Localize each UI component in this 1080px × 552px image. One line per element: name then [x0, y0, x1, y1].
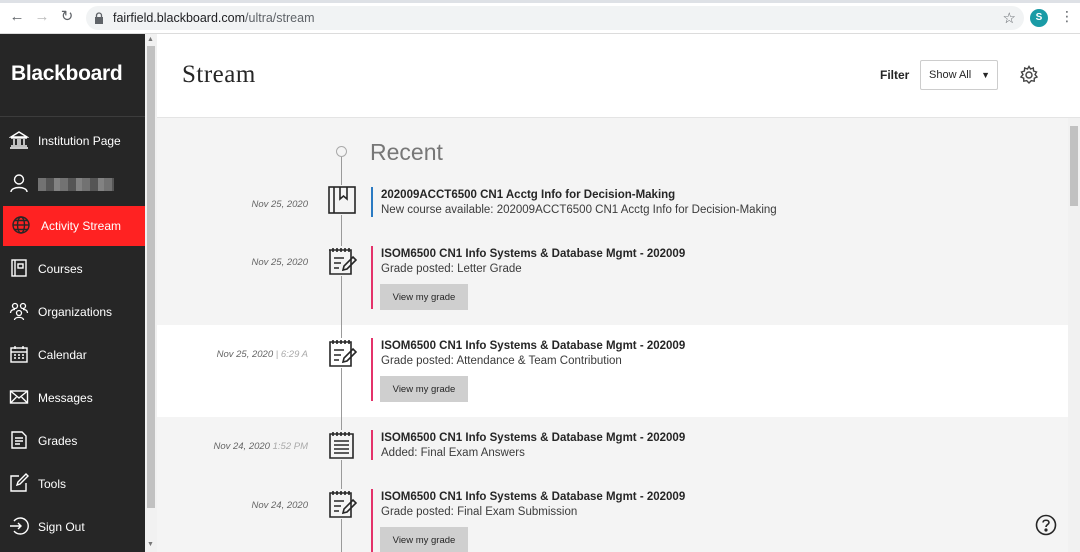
back-icon[interactable]: ←: [9, 9, 25, 25]
row-highlight: [157, 325, 1068, 417]
sidebar-item-courses[interactable]: Courses: [0, 249, 145, 289]
item-subtitle: New course available: 202009ACCT6500 CN1…: [381, 204, 777, 216]
item-date: Nov 24, 2020: [251, 500, 308, 511]
item-title[interactable]: ISOM6500 CN1 Info Systems & Database Mgm…: [381, 491, 685, 503]
envelope-icon: [9, 390, 29, 404]
item-accent-bar: [371, 489, 373, 552]
filter-select[interactable]: Show All ▼: [920, 60, 998, 90]
sidebar-item-label: Sign Out: [38, 520, 85, 534]
globe-icon: [12, 216, 30, 234]
address-bar[interactable]: fairfield.blackboard.com/ultra/stream ☆: [86, 6, 1024, 30]
help-icon[interactable]: [1035, 514, 1057, 536]
item-subtitle: Added: Final Exam Answers: [381, 447, 525, 459]
item-title[interactable]: 202009ACCT6500 CN1 Acctg Info for Decisi…: [381, 189, 675, 201]
page-header: Stream Filter Show All ▼: [157, 34, 1080, 118]
sidebar-item-label: Tools: [38, 477, 67, 491]
view-my-grade-button[interactable]: View my grade: [380, 284, 468, 310]
main-content: Stream Filter Show All ▼ Recent Nov 25, …: [157, 34, 1080, 552]
profile-avatar[interactable]: S: [1030, 9, 1048, 27]
sidebar-item-label: Institution Page: [38, 134, 121, 148]
gear-icon[interactable]: [1019, 65, 1039, 85]
item-date: Nov 25, 2020 | 6:29 A: [216, 349, 308, 360]
sidebar-item-tools[interactable]: Tools: [0, 464, 145, 504]
item-accent-bar: [371, 430, 373, 460]
user-icon: [10, 174, 28, 193]
browser-menu-icon[interactable]: ⋮: [1060, 8, 1074, 25]
view-my-grade-button[interactable]: View my grade: [380, 376, 468, 402]
item-accent-bar: [371, 338, 373, 401]
section-heading-recent: Recent: [370, 139, 443, 165]
courses-icon: [11, 259, 27, 277]
sidebar-item-institution-page[interactable]: Institution Page: [0, 121, 145, 161]
grade-icon: [327, 338, 357, 368]
filter-label: Filter: [880, 68, 910, 82]
tab-strip: [0, 0, 1080, 3]
sidebar-item-grades[interactable]: Grades: [0, 421, 145, 461]
filter-value: Show All: [929, 69, 972, 81]
calendar-icon: [10, 346, 28, 363]
reload-icon[interactable]: ↻: [59, 9, 75, 25]
sidebar-item-sign-out[interactable]: Sign Out: [0, 507, 145, 547]
forward-icon[interactable]: →: [34, 9, 50, 25]
lock-icon: [95, 12, 103, 24]
sidebar-item-organizations[interactable]: Organizations: [0, 292, 145, 332]
redacted-username: [38, 178, 114, 191]
item-title[interactable]: ISOM6500 CN1 Info Systems & Database Mgm…: [381, 432, 685, 444]
divider: [0, 116, 145, 117]
main-scrollbar[interactable]: [1068, 118, 1080, 552]
item-date: Nov 25, 2020: [251, 257, 308, 268]
blackboard-logo[interactable]: Blackboard: [11, 62, 123, 86]
scrollbar-thumb[interactable]: [147, 46, 155, 508]
organizations-icon: [9, 302, 29, 321]
item-date: Nov 24, 2020 1:52 PM: [213, 441, 308, 452]
sidebar-item-label: Courses: [38, 262, 83, 276]
sidebar-item-label: Calendar: [38, 348, 87, 362]
item-subtitle: Grade posted: Letter Grade: [381, 263, 522, 275]
item-title[interactable]: ISOM6500 CN1 Info Systems & Database Mgm…: [381, 340, 685, 352]
item-accent-bar: [371, 187, 373, 217]
item-subtitle: Grade posted: Final Exam Submission: [381, 506, 578, 518]
url-text: fairfield.blackboard.com/ultra/stream: [113, 11, 315, 25]
item-title[interactable]: ISOM6500 CN1 Info Systems & Database Mgm…: [381, 248, 685, 260]
caret-down-icon: ▼: [981, 70, 990, 80]
sidebar-item-activity-stream[interactable]: Activity Stream: [3, 206, 145, 246]
sidebar-item-label: Organizations: [38, 305, 113, 319]
grade-icon: [327, 246, 357, 276]
sign-out-icon: [10, 517, 29, 535]
item-accent-bar: [371, 246, 373, 309]
sidebar-item-label: Messages: [38, 391, 93, 405]
browser-toolbar: ← → ↻ fairfield.blackboard.com/ultra/str…: [0, 0, 1080, 34]
document-icon: [327, 430, 357, 460]
scrollbar-thumb[interactable]: [1070, 126, 1078, 206]
sidebar-item-calendar[interactable]: Calendar: [0, 335, 145, 375]
timeline-dot: [336, 146, 347, 157]
item-date: Nov 25, 2020: [251, 199, 308, 210]
grades-icon: [11, 431, 27, 449]
grade-icon: [327, 489, 357, 519]
course-book-icon: [327, 185, 357, 215]
institution-icon: [9, 131, 29, 149]
bookmark-star-icon[interactable]: ☆: [1003, 9, 1016, 27]
page-title: Stream: [182, 61, 256, 88]
sidebar-item-profile[interactable]: [0, 164, 145, 204]
sidebar-item-label: Grades: [38, 434, 78, 448]
sidebar: Blackboard Institution Page Activity Str…: [0, 34, 145, 552]
sidebar-item-messages[interactable]: Messages: [0, 378, 145, 418]
sidebar-scrollbar[interactable]: ▲ ▼: [145, 34, 157, 552]
scroll-down-icon[interactable]: ▼: [147, 541, 154, 548]
view-my-grade-button[interactable]: View my grade: [380, 527, 468, 552]
item-subtitle: Grade posted: Attendance & Team Contribu…: [381, 355, 622, 367]
sidebar-item-label: Activity Stream: [41, 219, 122, 233]
tools-icon: [10, 473, 29, 492]
scroll-up-icon[interactable]: ▲: [147, 36, 154, 43]
